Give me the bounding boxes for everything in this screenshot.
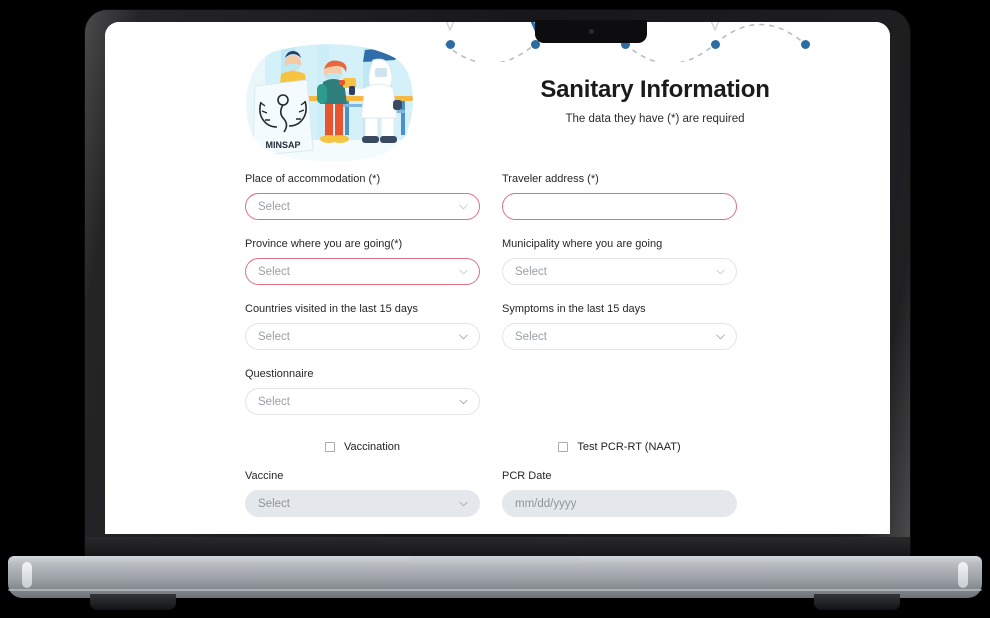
select-value: Select bbox=[258, 200, 290, 213]
title-block: Sanitary Information The data they have … bbox=[435, 76, 875, 125]
field-traveler-address: Traveler address (*) bbox=[502, 172, 737, 220]
field-label: Countries visited in the last 15 days bbox=[245, 303, 419, 315]
laptop-foot-right bbox=[814, 594, 900, 610]
field-pcr-date: PCR Date mm/dd/yyyy bbox=[502, 469, 737, 517]
field-label: Province where you are going(*) bbox=[245, 238, 403, 250]
field-questionnaire: Questionnaire Select bbox=[245, 367, 480, 415]
province-select[interactable]: Select bbox=[245, 258, 480, 285]
chevron-down-icon bbox=[459, 269, 468, 275]
vaccination-checkbox-group[interactable]: Vaccination bbox=[245, 441, 480, 453]
field-symptoms: Symptoms in the last 15 days Select bbox=[502, 302, 737, 350]
pcr-test-label: Test PCR-RT (NAAT) bbox=[577, 441, 681, 453]
vaccine-select[interactable]: Select bbox=[245, 490, 480, 517]
field-label: Questionnaire bbox=[245, 368, 314, 380]
field-place-of-accommodation: Place of accommodation (*) Select bbox=[245, 172, 480, 220]
webcam-icon bbox=[588, 29, 594, 34]
select-value: Select bbox=[258, 330, 290, 343]
field-label: Place of accommodation (*) bbox=[245, 173, 381, 185]
questionnaire-select[interactable]: Select bbox=[245, 388, 480, 415]
laptop-screen: MINSAP Sanitary Information The data the… bbox=[105, 22, 890, 534]
page-subtitle: The data they have (*) are required bbox=[565, 113, 745, 125]
chevron-down-icon bbox=[459, 334, 468, 340]
screenshot-scene: MINSAP Sanitary Information The data the… bbox=[0, 0, 990, 618]
base-seam bbox=[8, 589, 982, 591]
field-countries-visited: Countries visited in the last 15 days Se… bbox=[245, 302, 480, 350]
page-title: Sanitary Information bbox=[540, 76, 770, 103]
form-row: Countries visited in the last 15 days Se… bbox=[105, 302, 890, 350]
laptop-foot-left bbox=[90, 594, 176, 610]
select-value: Select bbox=[258, 395, 290, 408]
form-row: Vaccine Select PCR Date mm/dd/yyyy bbox=[105, 469, 890, 517]
select-value: Select bbox=[515, 265, 547, 278]
vaccination-checkbox[interactable] bbox=[324, 442, 335, 452]
traveler-address-input[interactable] bbox=[502, 193, 737, 220]
municipality-select[interactable]: Select bbox=[502, 258, 737, 285]
laptop-base bbox=[8, 556, 982, 598]
countries-visited-select[interactable]: Select bbox=[245, 323, 480, 350]
airport-health-screening-illustration: MINSAP bbox=[246, 44, 413, 162]
form-row: Questionnaire Select bbox=[105, 367, 890, 415]
chevron-down-icon bbox=[459, 501, 468, 507]
base-edge-highlight-left bbox=[22, 562, 32, 588]
field-vaccine: Vaccine Select bbox=[245, 469, 480, 517]
select-value: Select bbox=[515, 330, 547, 343]
field-label: Traveler address (*) bbox=[502, 173, 599, 185]
minsap-logo-text: MINSAP bbox=[265, 140, 300, 150]
pcr-date-input[interactable]: mm/dd/yyyy bbox=[502, 490, 737, 517]
field-municipality: Municipality where you are going Select bbox=[502, 237, 737, 285]
select-value: Select bbox=[258, 497, 290, 510]
form-row: Place of accommodation (*) Select Travel… bbox=[105, 172, 890, 220]
form-row: Province where you are going(*) Select M… bbox=[105, 237, 890, 285]
field-label: Municipality where you are going bbox=[502, 238, 663, 250]
field-label: PCR Date bbox=[502, 470, 552, 482]
page-header: MINSAP Sanitary Information The data the… bbox=[105, 30, 890, 162]
date-placeholder: mm/dd/yyyy bbox=[515, 497, 577, 510]
sanitary-information-form: Place of accommodation (*) Select Travel… bbox=[105, 172, 890, 534]
vaccination-label: Vaccination bbox=[343, 441, 401, 453]
symptoms-select[interactable]: Select bbox=[502, 323, 737, 350]
laptop-base-notch bbox=[410, 556, 580, 570]
chevron-down-icon bbox=[716, 334, 725, 340]
select-value: Select bbox=[258, 265, 290, 278]
chevron-down-icon bbox=[716, 269, 725, 275]
field-spacer bbox=[502, 367, 737, 415]
chevron-down-icon bbox=[459, 204, 468, 210]
field-province: Province where you are going(*) Select bbox=[245, 237, 480, 285]
chevron-down-icon bbox=[459, 399, 468, 405]
field-label: Symptoms in the last 15 days bbox=[502, 303, 646, 315]
field-label: Vaccine bbox=[245, 470, 284, 482]
pcr-test-checkbox-group[interactable]: Test PCR-RT (NAAT) bbox=[502, 441, 737, 453]
web-page: MINSAP Sanitary Information The data the… bbox=[105, 22, 890, 534]
laptop-camera-notch bbox=[535, 20, 647, 43]
pcr-test-checkbox[interactable] bbox=[558, 442, 569, 452]
checkbox-row: Vaccination Test PCR-RT (NAAT) bbox=[105, 441, 890, 453]
base-edge-highlight-right bbox=[958, 562, 968, 588]
place-of-accommodation-select[interactable]: Select bbox=[245, 193, 480, 220]
